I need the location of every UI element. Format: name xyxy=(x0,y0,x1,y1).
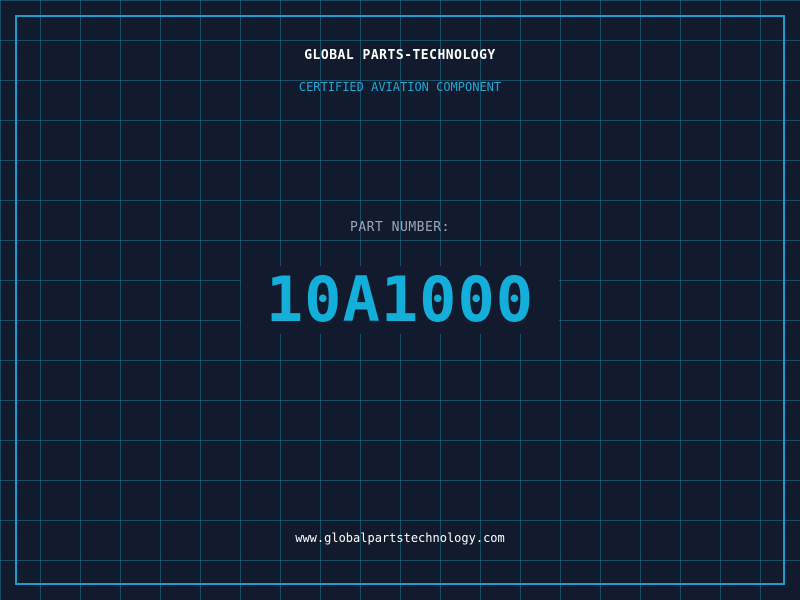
part-label-canvas: GLOBAL PARTS-TECHNOLOGY CERTIFIED AVIATI… xyxy=(0,0,800,600)
part-number-label: PART NUMBER: xyxy=(350,220,450,235)
website-url: www.globalpartstechnology.com xyxy=(295,531,505,545)
brand-name: GLOBAL PARTS-TECHNOLOGY xyxy=(304,48,496,63)
brand-tagline: CERTIFIED AVIATION COMPONENT xyxy=(298,80,502,94)
part-number-value: 10A1000 xyxy=(265,263,535,336)
